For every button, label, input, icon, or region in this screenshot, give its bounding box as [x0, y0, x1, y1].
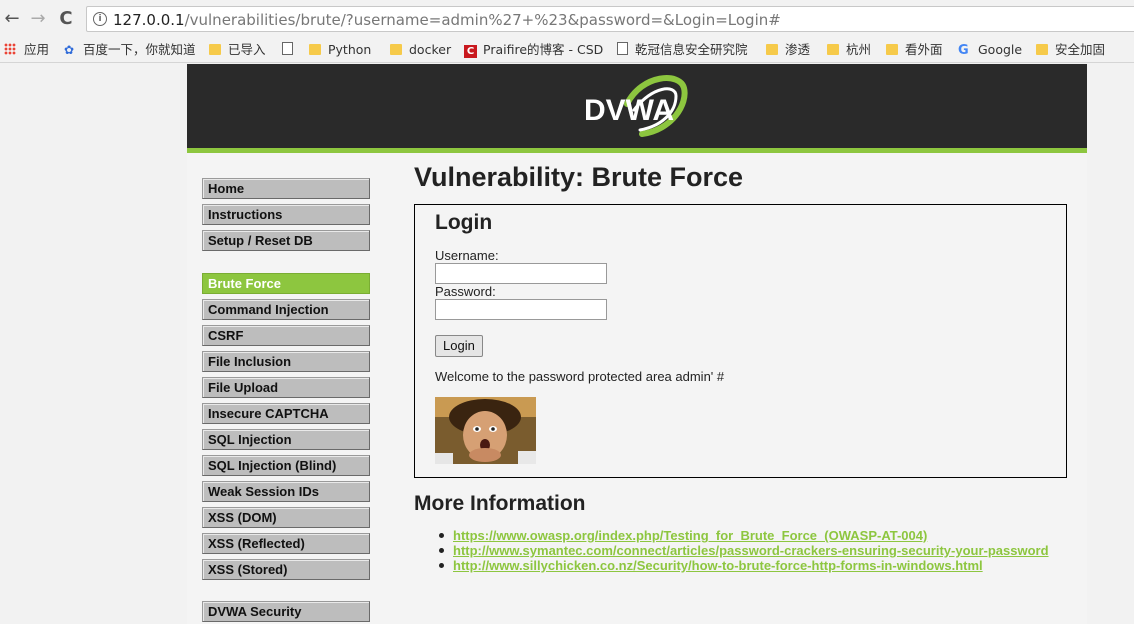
menu-item-weak-session-ids[interactable]: Weak Session IDs — [202, 481, 370, 502]
bookmark-label: 渗透 — [785, 42, 811, 57]
header-accent-bar — [187, 148, 1087, 153]
folder-icon — [309, 44, 321, 55]
bookmark-label: 看外面 — [905, 42, 943, 57]
bookmark-security[interactable]: 安全加固 — [1036, 41, 1105, 59]
url-path: /vulnerabilities/brute/?username=admin%2… — [184, 11, 781, 29]
browser-toolbar: ← → C i 127.0.0.1/vulnerabilities/brute/… — [0, 0, 1134, 38]
login-heading: Login — [435, 211, 493, 234]
bookmark-python[interactable]: Python — [309, 41, 371, 59]
baidu-icon: ✿ — [64, 43, 75, 57]
menu-item-file-upload[interactable]: File Upload — [202, 377, 370, 398]
url-host: 127.0.0.1 — [113, 11, 185, 29]
bookmark-label: 百度一下，你就知道 — [83, 42, 196, 57]
menu-item-brute-force[interactable]: Brute Force — [202, 273, 370, 294]
menu-item-xss-stored[interactable]: XSS (Stored) — [202, 559, 370, 580]
list-item: http://www.sillychicken.co.nz/Security/h… — [436, 558, 1049, 573]
menu-item-command-injection[interactable]: Command Injection — [202, 299, 370, 320]
menu-item-sql-injection-blind[interactable]: SQL Injection (Blind) — [202, 455, 370, 476]
login-box: Login Username: Password: Login Welcome … — [414, 204, 1067, 478]
username-input[interactable] — [435, 263, 607, 284]
menu-item-dvwa-security[interactable]: DVWA Security — [202, 601, 370, 622]
menu-item-home[interactable]: Home — [202, 178, 370, 199]
dvwa-logo: DVWA — [584, 75, 688, 137]
document-icon — [617, 42, 628, 55]
menu-item-insecure-captcha[interactable]: Insecure CAPTCHA — [202, 403, 370, 424]
bookmark-label: Praifire的博客 - CSD — [483, 42, 604, 57]
bookmarks-bar: 应用 ✿ 百度一下，你就知道 已导入 Python docker C Praifir… — [0, 38, 1134, 63]
bookmark-imported[interactable]: 已导入 — [209, 41, 266, 59]
address-bar[interactable]: i 127.0.0.1/vulnerabilities/brute/?usern… — [86, 6, 1134, 32]
bookmark-shentou[interactable]: 渗透 — [766, 41, 810, 59]
csdn-icon: C — [464, 45, 477, 58]
bookmark-kanwaimian[interactable]: 看外面 — [886, 41, 943, 59]
menu-item-xss-reflected[interactable]: XSS (Reflected) — [202, 533, 370, 554]
login-button[interactable]: Login — [435, 335, 483, 357]
menu-item-file-inclusion[interactable]: File Inclusion — [202, 351, 370, 372]
folder-icon — [766, 44, 778, 55]
bookmark-label: 杭州 — [846, 42, 872, 57]
bookmark-baidu[interactable]: ✿ 百度一下，你就知道 — [64, 41, 196, 59]
bookmark-label: 安全加固 — [1055, 42, 1106, 57]
password-input[interactable] — [435, 299, 607, 320]
folder-icon — [209, 44, 221, 55]
welcome-message: Welcome to the password protected area a… — [435, 369, 725, 384]
bookmark-docker[interactable]: docker — [390, 41, 451, 59]
bookmark-qianguan[interactable]: 乾冠信息安全研究院 — [617, 41, 748, 59]
back-arrow-icon[interactable]: ← — [2, 9, 22, 29]
reload-icon[interactable]: C — [56, 9, 76, 29]
url-text: 127.0.0.1/vulnerabilities/brute/?usernam… — [113, 11, 781, 29]
bookmark-label: Python — [328, 42, 372, 57]
apps-grid-icon — [4, 43, 16, 55]
menu-item-instructions[interactable]: Instructions — [202, 204, 370, 225]
password-label: Password: — [435, 284, 496, 299]
bookmark-hangzhou[interactable]: 杭州 — [827, 41, 871, 59]
bookmark-document[interactable] — [282, 41, 300, 59]
link-sillychicken[interactable]: http://www.sillychicken.co.nz/Security/h… — [453, 558, 983, 573]
link-symantec[interactable]: http://www.symantec.com/connect/articles… — [453, 543, 1049, 558]
site-header: DVWA — [187, 64, 1087, 148]
folder-icon — [1036, 44, 1048, 55]
page-title: Vulnerability: Brute Force — [414, 162, 744, 192]
folder-icon — [827, 44, 839, 55]
menu-item-sql-injection[interactable]: SQL Injection — [202, 429, 370, 450]
bookmark-label: 应用 — [24, 42, 50, 57]
folder-icon — [390, 44, 402, 55]
user-avatar-photo — [435, 397, 536, 464]
bookmark-apps[interactable]: 应用 — [4, 41, 49, 59]
menu-item-csrf[interactable]: CSRF — [202, 325, 370, 346]
username-label: Username: — [435, 248, 499, 263]
info-icon[interactable]: i — [93, 12, 107, 26]
bookmark-label: 已导入 — [228, 42, 266, 57]
bookmark-label: 乾冠信息安全研究院 — [635, 42, 748, 57]
more-info-links: https://www.owasp.org/index.php/Testing_… — [436, 528, 1049, 573]
document-icon — [282, 42, 293, 55]
menu-item-setup[interactable]: Setup / Reset DB — [202, 230, 370, 251]
bookmark-csdn[interactable]: C Praifire的博客 - CSD — [464, 41, 603, 59]
bookmark-label: docker — [409, 42, 452, 57]
bookmark-google[interactable]: G Google — [958, 41, 1022, 59]
folder-icon — [886, 44, 898, 55]
link-owasp[interactable]: https://www.owasp.org/index.php/Testing_… — [453, 528, 927, 543]
list-item: http://www.symantec.com/connect/articles… — [436, 543, 1049, 558]
dvwa-page: DVWA Home Instructions Setup / Reset DB … — [187, 64, 1087, 624]
more-info-heading: More Information — [414, 492, 586, 515]
svg-text:DVWA: DVWA — [584, 94, 674, 127]
list-item: https://www.owasp.org/index.php/Testing_… — [436, 528, 1049, 543]
google-icon: G — [958, 43, 969, 58]
bookmark-label: Google — [978, 42, 1023, 57]
menu-item-xss-dom[interactable]: XSS (DOM) — [202, 507, 370, 528]
forward-arrow-icon[interactable]: → — [28, 9, 48, 29]
